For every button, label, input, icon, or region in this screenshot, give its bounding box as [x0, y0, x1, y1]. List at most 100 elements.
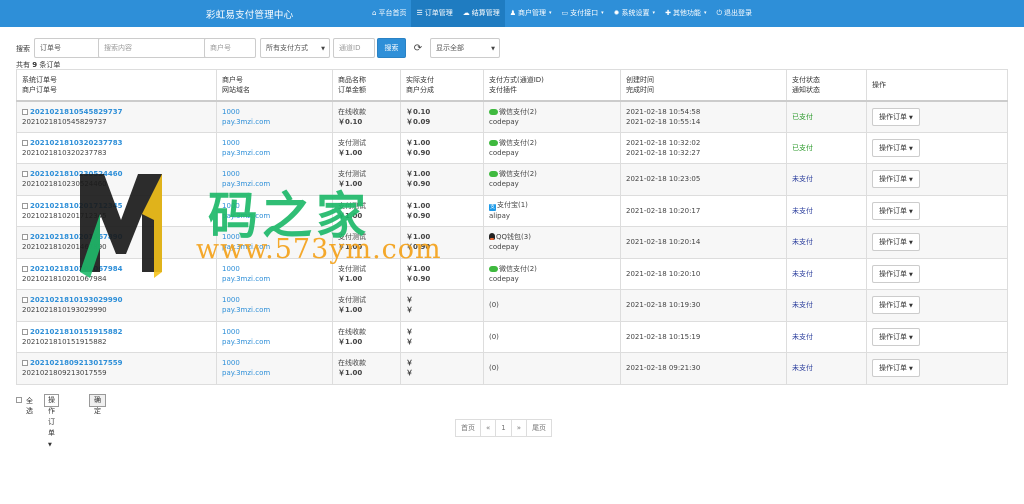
qq-wallet-icon — [489, 233, 495, 241]
system-order-link[interactable]: 2021021810320237783 — [30, 139, 123, 147]
operate-order-button[interactable]: 操作订单 ▼ — [872, 296, 920, 315]
page-link-2[interactable]: 1 — [495, 419, 512, 437]
merchant-share: ￥ — [406, 306, 413, 315]
select-all-checkbox[interactable] — [16, 397, 22, 403]
merchant-cell: 1000 pay.3mzi.com — [216, 257, 333, 290]
merchant-order-id: 2021021810193029990 — [22, 306, 107, 315]
column-header-label: 创建时间 — [626, 75, 654, 84]
row-checkbox[interactable] — [22, 328, 28, 335]
search-button[interactable]: 搜索 — [377, 38, 406, 58]
created-time: 2021-02-18 09:21:30 — [626, 364, 701, 373]
pay-plugin: codepay — [489, 274, 519, 283]
search-content-input[interactable]: 搜索内容 — [98, 38, 218, 58]
row-checkbox[interactable] — [22, 360, 28, 367]
pay-method-select[interactable]: 所有支付方式 ▼ — [260, 38, 330, 58]
merchant-id-link[interactable]: 1000 — [222, 359, 240, 367]
merchant-id-link[interactable]: 1000 — [222, 265, 240, 273]
nav-item-7[interactable]: ⏻ 退出登录 — [711, 0, 757, 27]
nav-item-0[interactable]: ⌂ 平台首页 — [367, 0, 411, 27]
cloud-icon: ☁ — [462, 9, 470, 17]
merchant-id-link[interactable]: 1000 — [222, 296, 240, 304]
system-order-link[interactable]: 2021021810201067984 — [30, 265, 123, 273]
page-link-4[interactable]: 尾页 — [526, 419, 553, 437]
time-cell: 2021-02-18 10:15:19 — [620, 320, 787, 353]
site-domain-link[interactable]: pay.3mzi.com — [222, 275, 270, 283]
operate-order-button[interactable]: 操作订单 ▼ — [872, 107, 920, 126]
caret-down-icon: ▾ — [652, 10, 656, 16]
site-domain-link[interactable]: pay.3mzi.com — [222, 212, 270, 220]
row-checkbox[interactable] — [22, 234, 28, 241]
site-domain-link[interactable]: pay.3mzi.com — [222, 118, 270, 126]
wechat-pay-icon — [489, 265, 498, 272]
operate-order-button[interactable]: 操作订单 ▼ — [872, 327, 920, 346]
system-order-link[interactable]: 2021021809213017559 — [30, 359, 123, 367]
system-order-link[interactable]: 2021021810193029990 — [30, 296, 123, 304]
system-order-link[interactable]: 2021021810201712345 — [30, 202, 123, 210]
operate-order-button[interactable]: 操作订单 ▼ — [872, 264, 920, 283]
row-checkbox[interactable] — [22, 139, 28, 146]
product-cell: 支付测试 ￥1.00 — [332, 194, 401, 227]
product-name: 支付测试 — [338, 233, 366, 242]
system-order-link[interactable]: 2021021810230524460 — [30, 170, 123, 178]
channel-id-input[interactable]: 通道ID — [333, 38, 375, 58]
merchant-share: ￥ — [406, 337, 413, 346]
product-cell: 在线收款 ￥0.10 — [332, 99, 401, 133]
nav-item-4[interactable]: ▭ 支付接口 ▾ — [557, 0, 609, 27]
created-time: 2021-02-18 10:15:19 — [626, 332, 701, 341]
display-filter-select[interactable]: 显示全部 ▼ — [430, 38, 500, 58]
merchant-id-link[interactable]: 1000 — [222, 202, 240, 210]
app-title[interactable]: 彩虹易支付管理中心 — [206, 7, 293, 21]
site-domain-link[interactable]: pay.3mzi.com — [222, 180, 270, 188]
row-checkbox[interactable] — [22, 202, 28, 209]
confirm-button[interactable]: 确定 — [89, 394, 106, 415]
nav-item-1[interactable]: ☰ 订单管理 — [411, 0, 458, 27]
merchant-id-link[interactable]: 1000 — [222, 170, 240, 178]
merchant-id-link[interactable]: 1000 — [222, 328, 240, 336]
column-header-label: 支付状态 — [792, 75, 820, 84]
pay-method-cell: (0) — [483, 320, 621, 353]
merchant-share: ￥0.90 — [406, 180, 431, 189]
row-checkbox[interactable] — [22, 171, 28, 178]
row-checkbox[interactable] — [22, 108, 28, 115]
site-domain-link[interactable]: pay.3mzi.com — [222, 338, 270, 346]
operate-order-button[interactable]: 操作订单 ▼ — [872, 201, 920, 220]
caret-down-icon: ▼ — [909, 114, 913, 121]
site-domain-link[interactable]: pay.3mzi.com — [222, 306, 270, 314]
merchant-id-link[interactable]: 1000 — [222, 108, 240, 116]
system-order-link[interactable]: 2021021810545829737 — [30, 108, 123, 116]
column-header: 支付方式(通道ID) 支付插件 — [483, 69, 621, 101]
row-checkbox[interactable] — [22, 297, 28, 304]
operate-order-button[interactable]: 操作订单 ▼ — [872, 170, 920, 189]
site-domain-link[interactable]: pay.3mzi.com — [222, 369, 270, 377]
action-cell: 操作订单 ▼ — [866, 226, 1008, 259]
nav-item-6[interactable]: ✚ 其他功能 ▾ — [660, 0, 711, 27]
column-header-label: 操作 — [872, 80, 886, 89]
search-label: 搜索 — [16, 45, 30, 53]
merchant-order-id: 2021021809213017559 — [22, 369, 107, 378]
operate-order-button[interactable]: 操作订单 ▼ — [872, 138, 920, 157]
system-order-link[interactable]: 2021021810151915882 — [30, 328, 123, 336]
pay-status: 已支付 — [792, 112, 813, 121]
nav-item-3[interactable]: ♟ 商户管理 ▾ — [505, 0, 557, 27]
nav-item-5[interactable]: ✹ 系统设置 ▾ — [609, 0, 660, 27]
merchant-id-link[interactable]: 1000 — [222, 233, 240, 241]
merchant-id-link[interactable]: 1000 — [222, 139, 240, 147]
row-checkbox[interactable] — [22, 265, 28, 272]
operate-order-button[interactable]: 操作订单 ▼ — [872, 359, 920, 378]
bulk-action-select[interactable]: 操作订单 ▼ — [44, 394, 59, 448]
merchant-id-input[interactable]: 商户号 — [204, 38, 256, 58]
product-name: 支付测试 — [338, 296, 366, 305]
page-link-3[interactable]: » — [510, 419, 528, 437]
page-link-1[interactable]: « — [480, 419, 497, 437]
caret-down-icon: ▼ — [909, 208, 913, 215]
operate-order-button[interactable]: 操作订单 ▼ — [872, 233, 920, 252]
site-domain-link[interactable]: pay.3mzi.com — [222, 149, 270, 157]
page-link-0[interactable]: 首页 — [455, 419, 481, 437]
refresh-icon[interactable]: ⟳ — [411, 38, 425, 58]
pay-status: 未支付 — [792, 364, 813, 373]
site-domain-link[interactable]: pay.3mzi.com — [222, 243, 270, 251]
wechat-pay-icon — [489, 108, 498, 115]
nav-item-2[interactable]: ☁ 结算管理 — [457, 0, 505, 27]
system-order-link[interactable]: 2021021810201467890 — [30, 233, 123, 241]
user-icon: ♟ — [509, 9, 517, 17]
